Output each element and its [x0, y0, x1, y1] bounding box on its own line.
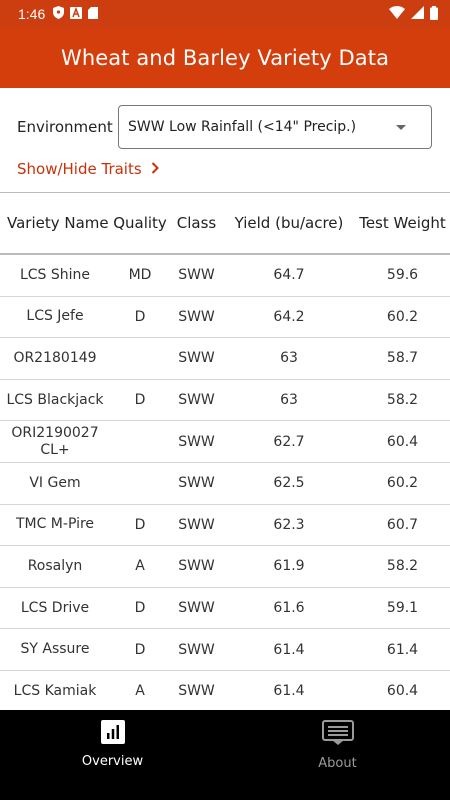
yield-cell: 61.4	[273, 641, 305, 658]
variety-name-cell: LCS Shine	[19, 266, 91, 283]
quality-cell: D	[134, 641, 146, 658]
table-row[interactable]: SY Assure D SWW 61.4 61.4	[0, 629, 450, 671]
variety-name-cell: VI Gem	[29, 474, 81, 491]
nav-label-overview: Overview	[81, 754, 144, 769]
bottom-nav: Overview About	[0, 710, 450, 800]
shield-icon	[53, 6, 65, 22]
class-cell: SWW	[178, 392, 215, 409]
quality-cell: A	[135, 683, 145, 700]
header-class[interactable]: Class	[170, 214, 223, 232]
variety-name-cell: LCS Kamiak	[13, 682, 97, 699]
nav-label-about: About	[318, 756, 357, 771]
header-test-weight[interactable]: Test Weight	[355, 214, 450, 232]
signal-icon	[411, 6, 424, 22]
class-cell: SWW	[178, 267, 215, 284]
yield-cell: 64.2	[273, 308, 305, 325]
status-bar: 1:46	[0, 0, 450, 28]
table-row[interactable]: TMC M-Pire D SWW 62.3 60.7	[0, 505, 450, 547]
yield-cell: 61.4	[273, 683, 305, 700]
test-weight-cell: 60.4	[386, 683, 419, 700]
status-time: 1:46	[18, 6, 46, 22]
header-variety-name[interactable]: Variety Name	[0, 214, 110, 232]
nav-item-overview[interactable]: Overview	[0, 710, 225, 800]
table-row[interactable]: ORI2190027 CL+ SWW 62.7 60.4	[0, 421, 450, 463]
variety-name-cell: LCS Jefe	[26, 308, 84, 325]
dropdown-caret-icon	[396, 125, 406, 130]
class-cell: SWW	[178, 683, 215, 700]
table-row[interactable]: Rosalyn A SWW 61.9 58.2	[0, 546, 450, 588]
variety-name-cell: SY Assure	[20, 641, 90, 658]
class-cell: SWW	[178, 350, 215, 367]
test-weight-cell: 59.1	[386, 600, 419, 617]
table-row[interactable]: LCS Jefe D SWW 64.2 60.2	[0, 297, 450, 339]
table-row[interactable]: LCS Shine MD SWW 64.7 59.6	[0, 255, 450, 297]
table-header: Variety Name Quality Class Yield (bu/acr…	[0, 193, 450, 255]
table-row[interactable]: LCS Kamiak A SWW 61.4 60.4	[0, 671, 450, 710]
a-icon	[70, 6, 83, 22]
yield-cell: 62.7	[273, 433, 305, 450]
table-body: LCS Shine MD SWW 64.7 59.6 LCS Jefe D SWW 64.2 60…	[0, 255, 450, 710]
quality-cell: D	[134, 308, 146, 325]
nav-item-about[interactable]: About	[225, 710, 450, 800]
document-icon	[321, 720, 354, 751]
wifi-icon	[389, 6, 405, 22]
chevron-right-icon	[151, 160, 159, 178]
header-quality[interactable]: Quality	[110, 214, 170, 232]
quality-cell: D	[134, 600, 146, 617]
variety-name-cell: ORI2190027 CL+	[11, 424, 99, 458]
status-right-icons	[389, 5, 438, 23]
yield-cell: 64.7	[273, 267, 305, 284]
class-cell: SWW	[178, 558, 215, 575]
test-weight-cell: 60.2	[386, 308, 419, 325]
yield-cell: 62.3	[273, 516, 305, 533]
class-cell: SWW	[178, 516, 215, 533]
variety-table[interactable]: Variety Name Quality Class Yield (bu/acr…	[0, 192, 450, 710]
test-weight-cell: 59.6	[386, 267, 419, 284]
app-bar: Wheat and Barley Variety Data	[0, 28, 450, 88]
yield-cell: 61.6	[273, 600, 305, 617]
bar-chart-icon	[100, 720, 125, 749]
environment-row: Environment SWW Low Rainfall (<14" Preci…	[0, 104, 450, 150]
table-row[interactable]: LCS Blackjack D SWW 63 58.2	[0, 380, 450, 422]
test-weight-cell: 60.2	[386, 475, 419, 492]
test-weight-cell: 60.7	[386, 516, 419, 533]
class-cell: SWW	[178, 641, 215, 658]
test-weight-cell: 58.2	[386, 392, 419, 409]
test-weight-cell: 60.4	[386, 433, 419, 450]
page-title: Wheat and Barley Variety Data	[60, 46, 390, 70]
quality-cell: D	[134, 516, 146, 533]
test-weight-cell: 58.2	[386, 558, 419, 575]
test-weight-cell: 58.7	[386, 350, 419, 367]
class-cell: SWW	[178, 433, 215, 450]
yield-cell: 62.5	[273, 475, 305, 492]
environment-label: Environment	[17, 118, 113, 136]
table-row[interactable]: VI Gem SWW 62.5 60.2	[0, 463, 450, 505]
yield-cell: 63	[280, 392, 298, 409]
class-cell: SWW	[178, 600, 215, 617]
environment-selected-value: SWW Low Rainfall (<14" Precip.)	[128, 119, 357, 135]
class-cell: SWW	[178, 308, 215, 325]
quality-cell: MD	[128, 267, 152, 284]
header-yield[interactable]: Yield (bu/acre)	[223, 214, 355, 232]
show-hide-traits-label: Show/Hide Traits	[17, 160, 142, 178]
variety-name-cell: LCS Blackjack	[6, 391, 104, 408]
yield-cell: 63	[280, 350, 298, 367]
show-hide-traits-link[interactable]: Show/Hide Traits	[17, 160, 159, 178]
battery-icon	[430, 5, 438, 23]
quality-cell: A	[135, 558, 145, 575]
table-row[interactable]: LCS Drive D SWW 61.6 59.1	[0, 588, 450, 630]
quality-cell: D	[134, 392, 146, 409]
variety-name-cell: OR2180149	[13, 349, 97, 366]
sd-card-icon	[88, 6, 99, 22]
variety-name-cell: Rosalyn	[27, 557, 83, 574]
variety-name-cell: TMC M-Pire	[15, 516, 95, 533]
test-weight-cell: 61.4	[386, 641, 419, 658]
yield-cell: 61.9	[273, 558, 305, 575]
class-cell: SWW	[178, 475, 215, 492]
variety-name-cell: LCS Drive	[20, 599, 90, 616]
table-row[interactable]: OR2180149 SWW 63 58.7	[0, 338, 450, 380]
environment-select[interactable]: SWW Low Rainfall (<14" Precip.)	[118, 105, 432, 149]
